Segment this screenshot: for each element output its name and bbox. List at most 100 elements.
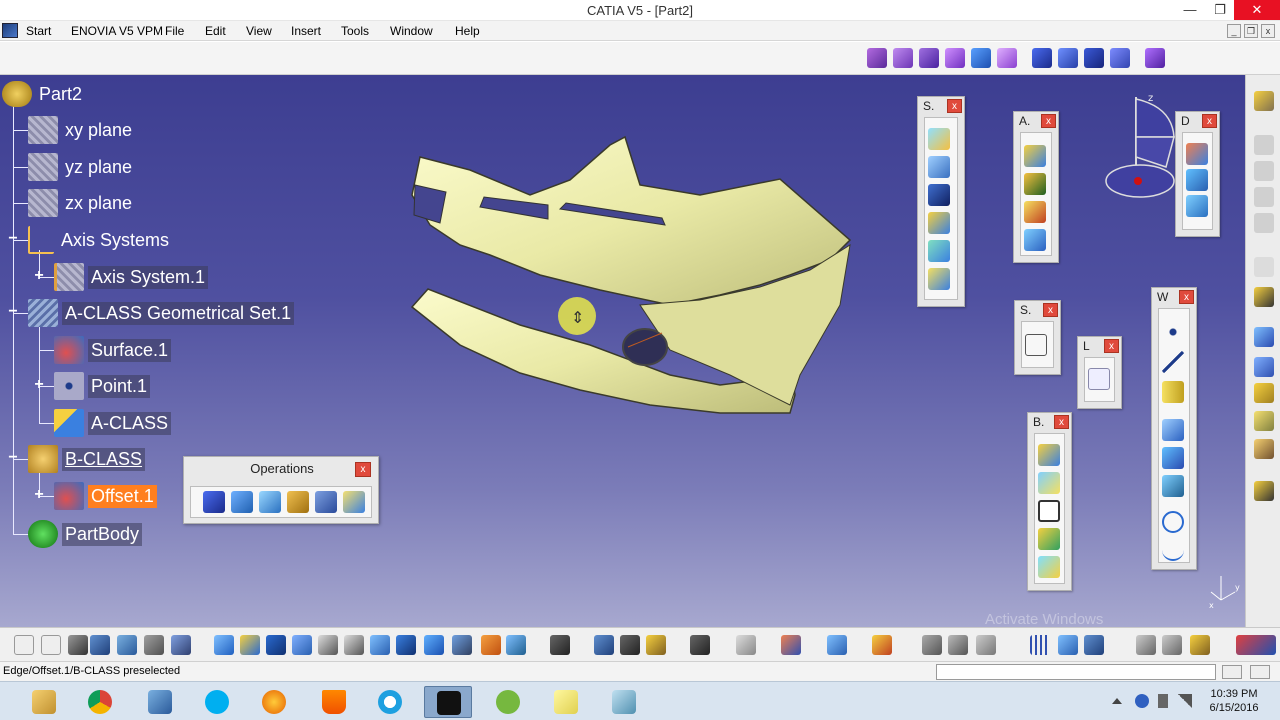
hand-icon[interactable] — [948, 635, 968, 655]
tree-node-offset1[interactable]: Offset.1 — [54, 482, 157, 510]
axis-tool-icon[interactable] — [976, 635, 996, 655]
analysis-icon[interactable] — [1024, 145, 1046, 167]
line-tool-icon[interactable] — [1162, 351, 1184, 373]
taskbar-sticky-notes[interactable] — [542, 686, 590, 718]
menu-start[interactable]: Start — [26, 24, 51, 38]
catalog-icon[interactable] — [1254, 439, 1274, 459]
a-toolbar[interactable]: A. x — [1013, 111, 1059, 263]
zoom-in-icon[interactable] — [318, 635, 338, 655]
measure-inertia-icon[interactable] — [646, 635, 666, 655]
close-button[interactable]: ✕ — [1234, 0, 1280, 20]
restore-button[interactable]: ❐ — [1205, 0, 1235, 20]
projection-icon[interactable] — [1162, 419, 1184, 441]
planar-patch-icon[interactable] — [928, 128, 950, 150]
status-button-1[interactable] — [1222, 665, 1242, 679]
b-toolbar[interactable]: B. x — [1027, 412, 1072, 591]
swap-visible-space-icon[interactable] — [506, 635, 526, 655]
fill-icon[interactable] — [919, 48, 939, 68]
design-table-icon[interactable] — [90, 635, 110, 655]
s-toolbar-1-close-button[interactable]: x — [947, 99, 962, 113]
grid-view-icon[interactable] — [1030, 635, 1050, 655]
grid-icon[interactable] — [1254, 357, 1274, 377]
taskbar-internet-explorer[interactable] — [366, 686, 414, 718]
operations-close-button[interactable]: x — [355, 462, 371, 477]
tree-node-part2[interactable]: Part2 — [2, 81, 85, 107]
translate-icon[interactable] — [315, 491, 337, 513]
formula-icon[interactable] — [14, 635, 34, 655]
hybrid-icon[interactable] — [1254, 383, 1274, 403]
circle-tool-icon[interactable] — [1162, 511, 1184, 533]
expand-point1-icon[interactable]: + — [33, 377, 45, 393]
viewer-icon[interactable] — [1136, 635, 1156, 655]
menu-window[interactable]: Window — [390, 24, 433, 38]
join-healing-icon[interactable] — [1038, 472, 1060, 494]
collapse-axis-systems-icon[interactable]: − — [7, 231, 19, 247]
tree-node-xy-plane[interactable]: xy plane — [28, 116, 135, 144]
options-icon[interactable] — [1162, 635, 1182, 655]
dress-up-icon[interactable] — [1186, 143, 1208, 165]
disassemble-icon[interactable] — [1038, 528, 1060, 550]
taskbar-control-panel[interactable] — [136, 686, 184, 718]
cube-view-icon[interactable] — [1058, 635, 1078, 655]
tool-icon[interactable] — [1254, 213, 1274, 233]
paint-icon[interactable] — [872, 635, 892, 655]
menu-tools[interactable]: Tools — [341, 24, 369, 38]
point-tool-icon[interactable] — [1162, 321, 1184, 343]
split-icon[interactable] — [231, 491, 253, 513]
mdi-minimize-button[interactable]: _ — [1227, 24, 1241, 38]
pan-icon[interactable] — [266, 635, 286, 655]
measure-item-icon[interactable] — [620, 635, 640, 655]
trim-icon[interactable] — [259, 491, 281, 513]
measure-between-icon[interactable] — [594, 635, 614, 655]
fillet-icon[interactable] — [1186, 169, 1208, 191]
taskbar-utorrent[interactable] — [484, 686, 532, 718]
operations-toolbar[interactable]: Operations x — [183, 456, 379, 524]
mdi-restore-button[interactable]: ❐ — [1244, 24, 1258, 38]
split-icon[interactable] — [1058, 48, 1078, 68]
menu-edit[interactable]: Edit — [205, 24, 226, 38]
taskbar-app[interactable] — [600, 686, 648, 718]
taskbar-chrome[interactable] — [76, 686, 124, 718]
expand-offset1-icon[interactable]: + — [33, 487, 45, 503]
spline-tool-icon[interactable] — [1162, 539, 1184, 561]
render-icon[interactable] — [550, 635, 570, 655]
workbench-icon[interactable] — [1254, 91, 1274, 111]
extract-icon[interactable] — [1110, 48, 1130, 68]
collapse-geoset-icon[interactable]: − — [7, 304, 19, 320]
a-toolbar-close-button[interactable]: x — [1041, 114, 1056, 128]
s-toolbar-1[interactable]: S. x — [917, 96, 965, 307]
mdi-close-button[interactable]: x — [1261, 24, 1275, 38]
extract-geometry-icon[interactable] — [1038, 556, 1060, 578]
menu-help[interactable]: Help — [455, 24, 480, 38]
status-button-2[interactable] — [1250, 665, 1270, 679]
taskbar-catia[interactable] — [424, 686, 472, 718]
translate-icon[interactable] — [1145, 48, 1165, 68]
3d-viewport[interactable]: ⇕ − + − + − + Part2 xy plane yz plane zx… — [0, 75, 1245, 627]
battery-icon[interactable] — [1158, 694, 1168, 708]
rotate-tool-icon[interactable] — [827, 635, 847, 655]
compass-widget[interactable]: z — [1100, 89, 1180, 199]
curvature-analysis-icon[interactable] — [1024, 201, 1046, 223]
select-icon[interactable] — [1254, 257, 1274, 277]
magnifier-icon[interactable] — [1190, 635, 1210, 655]
trim-icon[interactable] — [1084, 48, 1104, 68]
sweep-icon[interactable] — [867, 48, 887, 68]
knowledge-icon[interactable] — [1254, 481, 1274, 501]
expand-axis-system1-icon[interactable]: + — [33, 268, 45, 284]
text-annotation-icon[interactable] — [736, 635, 756, 655]
tree-node-aclass[interactable]: A-CLASS — [54, 409, 172, 437]
tree-node-partbody[interactable]: PartBody — [28, 520, 143, 548]
network-icon[interactable] — [1178, 694, 1192, 708]
untrim-icon[interactable] — [1038, 500, 1060, 522]
s-toolbar-2-close-button[interactable]: x — [1043, 303, 1058, 317]
tray-expand-icon[interactable] — [1112, 698, 1122, 704]
multi-view-icon[interactable] — [396, 635, 416, 655]
tree-node-yz-plane[interactable]: yz plane — [28, 153, 135, 181]
lock-icon[interactable] — [144, 635, 164, 655]
s-toolbar-2[interactable]: S. x — [1014, 300, 1061, 375]
update-icon[interactable] — [1254, 411, 1274, 431]
tree-node-geoset[interactable]: A-CLASS Geometrical Set.1 — [28, 299, 295, 327]
taskbar-file-explorer[interactable] — [20, 686, 68, 718]
reorder-icon[interactable] — [171, 635, 191, 655]
variable-offset-icon[interactable] — [928, 240, 950, 262]
